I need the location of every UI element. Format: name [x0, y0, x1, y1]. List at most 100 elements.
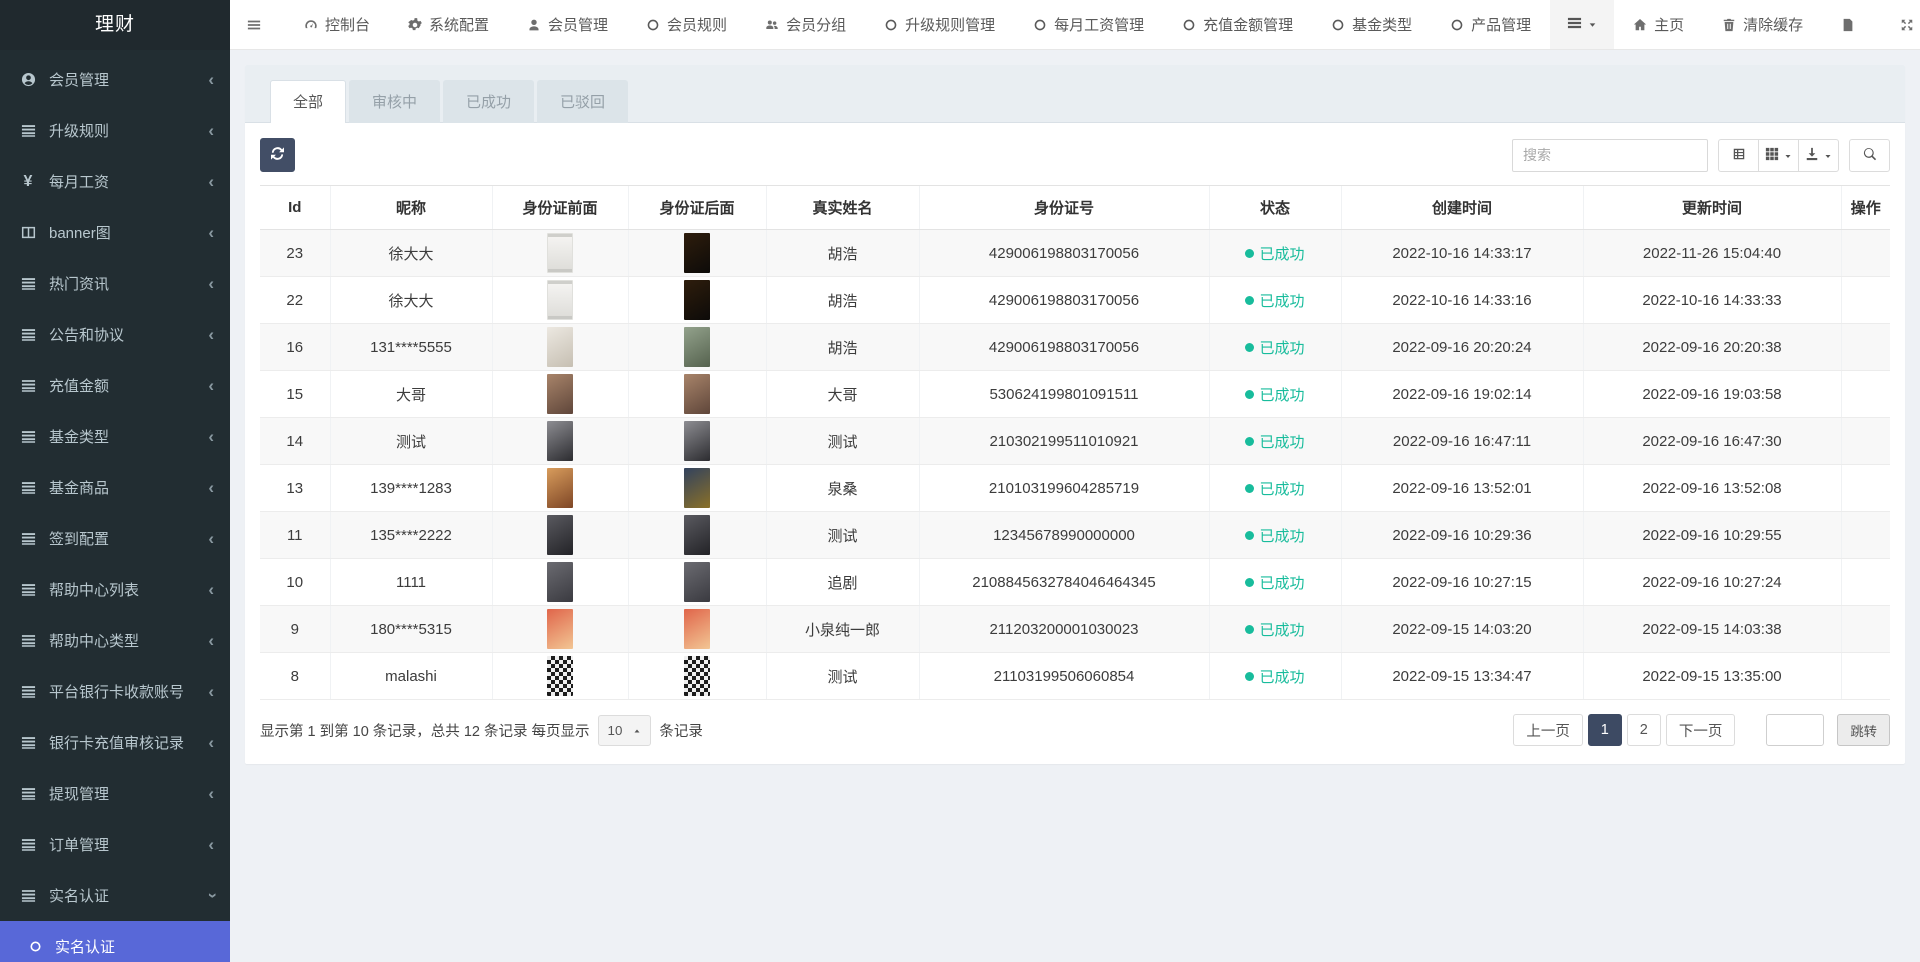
cell-actions: [1841, 230, 1890, 277]
sidebar-item[interactable]: 实名认证‹: [0, 870, 230, 921]
id-card-front-image[interactable]: [547, 421, 573, 461]
sidebar-item-label: 充值金额: [49, 375, 208, 396]
cell-id-front: [492, 512, 628, 559]
columns-dropdown-button[interactable]: [1758, 139, 1799, 172]
id-card-back-image[interactable]: [684, 562, 710, 602]
circle-o-icon: [24, 940, 46, 953]
refresh-icon: [271, 147, 284, 163]
id-card-front-image[interactable]: [547, 233, 573, 273]
sidebar-item[interactable]: 基金商品‹: [0, 462, 230, 513]
sidebar-item[interactable]: banner图‹: [0, 207, 230, 258]
id-card-front-image[interactable]: [547, 280, 573, 320]
sidebar-item[interactable]: 订单管理‹: [0, 819, 230, 870]
jump-page-input[interactable]: [1766, 714, 1824, 746]
id-card-back-image[interactable]: [684, 421, 710, 461]
topbar-item[interactable]: 会员分组: [746, 0, 865, 49]
clear-cache-button[interactable]: 清除缓存: [1703, 0, 1822, 49]
home-label: 主页: [1654, 14, 1684, 35]
tab-全部[interactable]: 全部: [270, 80, 346, 123]
topbar-item[interactable]: 产品管理: [1431, 0, 1550, 49]
topbar-item[interactable]: 会员规则: [627, 0, 746, 49]
id-card-back-image[interactable]: [684, 656, 710, 696]
status-badge: 已成功: [1245, 525, 1304, 546]
home-button[interactable]: 主页: [1614, 0, 1703, 49]
sidebar-item[interactable]: ¥每月工资‹: [0, 156, 230, 207]
id-card-front-image[interactable]: [547, 374, 573, 414]
tab-已驳回[interactable]: 已驳回: [537, 80, 628, 123]
id-card-back-image[interactable]: [684, 233, 710, 273]
sidebar-item[interactable]: 升级规则‹: [0, 105, 230, 156]
sidebar-item[interactable]: 签到配置‹: [0, 513, 230, 564]
sidebar-item[interactable]: 基金类型‹: [0, 411, 230, 462]
sidebar-item-label: 热门资讯: [49, 273, 208, 294]
id-card-back-image[interactable]: [684, 515, 710, 555]
page-button-2[interactable]: 2: [1627, 714, 1661, 746]
id-card-front-image[interactable]: [547, 468, 573, 508]
id-card-back-image[interactable]: [684, 374, 710, 414]
export-dropdown-button[interactable]: [1798, 139, 1839, 172]
cell-status: 已成功: [1209, 418, 1341, 465]
list-icon: [16, 480, 40, 495]
next-page-button[interactable]: 下一页: [1666, 714, 1736, 746]
topbar-item[interactable]: 系统配置: [389, 0, 508, 49]
status-badge: 已成功: [1245, 290, 1304, 311]
sidebar-item[interactable]: 平台银行卡收款账号‹: [0, 666, 230, 717]
tab-已成功[interactable]: 已成功: [443, 80, 534, 123]
sidebar-item[interactable]: 充值金额‹: [0, 360, 230, 411]
topbar-item[interactable]: 会员管理: [508, 0, 627, 49]
sidebar-item[interactable]: 会员管理‹: [0, 54, 230, 105]
cell-id: 10: [260, 559, 330, 606]
fullscreen-button[interactable]: [1881, 0, 1920, 49]
docs-button[interactable]: [1822, 0, 1881, 49]
toggle-view-button[interactable]: [1718, 139, 1759, 172]
id-card-back-image[interactable]: [684, 280, 710, 320]
id-card-front-image[interactable]: [547, 656, 573, 696]
gear-icon: [408, 18, 422, 32]
search-button[interactable]: [1849, 139, 1890, 172]
id-card-back-image[interactable]: [684, 327, 710, 367]
id-card-front-image[interactable]: [547, 327, 573, 367]
topbar-item[interactable]: 每月工资管理: [1014, 0, 1163, 49]
cell-id: 9: [260, 606, 330, 653]
status-dot-icon: [1245, 484, 1254, 493]
view-button-group: [1718, 139, 1839, 172]
cell-id-back: [628, 371, 766, 418]
caret-down-icon: [1588, 16, 1597, 33]
topbar-item[interactable]: 充值金额管理: [1163, 0, 1312, 49]
status-dot-icon: [1245, 437, 1254, 446]
nav-list-dropdown[interactable]: [1550, 0, 1614, 49]
cell-nickname: 1111: [330, 559, 492, 606]
sidebar-item[interactable]: 帮助中心类型‹: [0, 615, 230, 666]
page-button-1[interactable]: 1: [1588, 714, 1622, 746]
status-dot-icon: [1245, 578, 1254, 587]
prev-page-button[interactable]: 上一页: [1513, 714, 1583, 746]
topbar-item-label: 每月工资管理: [1054, 14, 1144, 35]
cell-status: 已成功: [1209, 512, 1341, 559]
sidebar-item[interactable]: 银行卡充值审核记录‹: [0, 717, 230, 768]
sidebar-subitem-active[interactable]: 实名认证: [0, 921, 230, 962]
topbar-item[interactable]: 升级规则管理: [865, 0, 1014, 49]
table-header-row: Id昵称身份证前面身份证后面真实姓名身份证号状态创建时间更新时间操作: [260, 186, 1890, 230]
user-circle-icon: [16, 72, 40, 87]
sidebar-item[interactable]: 帮助中心列表‹: [0, 564, 230, 615]
topbar-item[interactable]: 控制台: [285, 0, 389, 49]
id-card-front-image[interactable]: [547, 562, 573, 602]
id-card-front-image[interactable]: [547, 609, 573, 649]
page-size-select[interactable]: 10: [598, 715, 652, 746]
id-card-back-image[interactable]: [684, 609, 710, 649]
sidebar-item[interactable]: 提现管理‹: [0, 768, 230, 819]
topbar-item[interactable]: 基金类型: [1312, 0, 1431, 49]
table-row: 14测试测试210302199511010921已成功2022-09-16 16…: [260, 418, 1890, 465]
refresh-button[interactable]: [260, 138, 295, 172]
status-badge: 已成功: [1245, 384, 1304, 405]
sidebar-toggle-button[interactable]: [230, 0, 285, 49]
sidebar-item[interactable]: 热门资讯‹: [0, 258, 230, 309]
cell-updated: 2022-09-16 10:27:24: [1583, 559, 1841, 606]
sidebar-item[interactable]: 公告和协议‹: [0, 309, 230, 360]
id-card-back-image[interactable]: [684, 468, 710, 508]
search-input[interactable]: [1512, 139, 1708, 172]
cell-id-back: [628, 653, 766, 700]
id-card-front-image[interactable]: [547, 515, 573, 555]
jump-button[interactable]: 跳转: [1837, 714, 1890, 746]
tab-审核中[interactable]: 审核中: [349, 80, 440, 123]
